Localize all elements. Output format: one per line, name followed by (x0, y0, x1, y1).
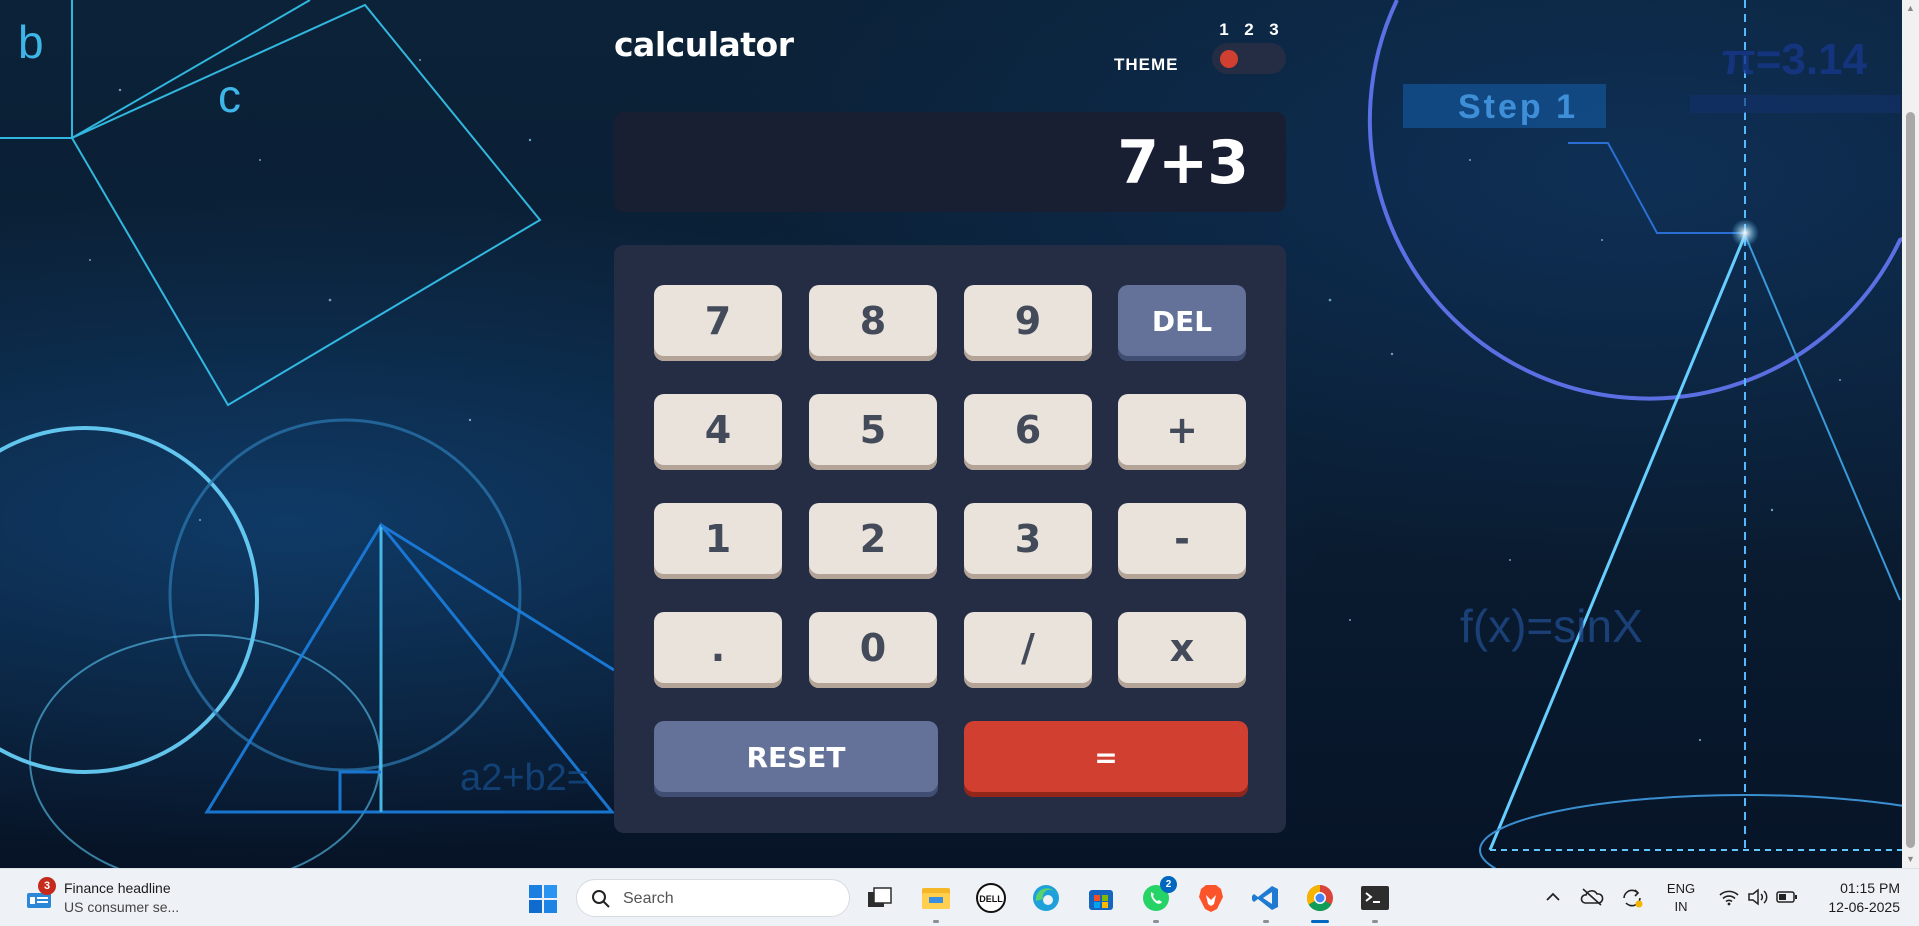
key-decimal[interactable]: . (654, 612, 782, 688)
key-multiply[interactable]: x (1118, 612, 1246, 688)
key-6[interactable]: 6 (964, 394, 1092, 470)
brave-icon (1199, 885, 1223, 912)
language-indicator[interactable]: ENG IN (1664, 880, 1698, 916)
store-icon (1089, 890, 1113, 910)
dell-button[interactable]: DELL (973, 880, 1009, 916)
region-code: IN (1674, 899, 1688, 914)
file-explorer-icon (922, 888, 950, 909)
onedrive-icon[interactable] (1580, 887, 1604, 907)
bg-text-pi: π=3.14 (1722, 35, 1868, 84)
running-indicator (933, 920, 939, 923)
sync-icon[interactable] (1620, 887, 1644, 909)
key-9[interactable]: 9 (964, 285, 1092, 361)
key-2[interactable]: 2 (809, 503, 937, 579)
theme-option-2[interactable]: 2 (1239, 20, 1259, 40)
dell-icon: DELL (976, 883, 1006, 913)
whatsapp-badge: 2 (1160, 876, 1177, 893)
search-icon (592, 890, 610, 908)
vscode-button[interactable] (1248, 880, 1284, 923)
news-title: Finance headline (64, 880, 171, 896)
clock-date: 12-06-2025 (1828, 899, 1900, 915)
whatsapp-button[interactable]: 2 (1138, 876, 1177, 923)
theme-option-labels: 1 2 3 (1214, 20, 1284, 40)
vscode-icon (1252, 886, 1278, 910)
theme-toggle-knob[interactable] (1220, 50, 1238, 68)
scroll-down-arrow-icon[interactable]: ▼ (1902, 851, 1919, 868)
theme-toggle[interactable] (1212, 43, 1286, 74)
start-icon[interactable] (528, 884, 558, 914)
battery-icon[interactable] (1776, 890, 1798, 904)
edge-button[interactable] (1028, 880, 1064, 916)
calculator-header: calculator THEME 1 2 3 (614, 20, 1286, 80)
running-indicator (1372, 920, 1378, 923)
calculator-keypad: 7 8 9 DEL 4 5 6 + 1 2 3 - . 0 / x RESET … (614, 245, 1286, 833)
display-value: 7+3 (1117, 128, 1249, 198)
chrome-button[interactable] (1302, 880, 1338, 923)
bg-text-c: c (218, 70, 241, 122)
news-badge: 3 (38, 877, 56, 895)
task-view-icon (868, 887, 892, 907)
calculator-display: 7+3 (614, 112, 1286, 212)
taskbar-search[interactable]: Search (576, 879, 850, 917)
brave-button[interactable] (1193, 880, 1229, 916)
clock-time: 01:15 PM (1840, 880, 1900, 896)
equals-button[interactable]: = (964, 721, 1248, 797)
taskbar: 3 Finance headline US consumer se... Sea… (0, 868, 1919, 926)
bg-text-step: Step 1 (1458, 88, 1578, 126)
news-widget[interactable]: 3 Finance headline US consumer se... (22, 877, 202, 919)
key-3[interactable]: 3 (964, 503, 1092, 579)
theme-label: THEME (1114, 55, 1179, 74)
theme-option-1[interactable]: 1 (1214, 20, 1234, 40)
svg-text:DELL: DELL (979, 894, 1003, 904)
theme-option-3[interactable]: 3 (1264, 20, 1284, 40)
edge-icon (1033, 885, 1059, 911)
bg-text-fx: f(x)=sinX (1460, 600, 1643, 652)
chevron-up-icon[interactable] (1544, 890, 1562, 904)
running-indicator (1153, 920, 1159, 923)
terminal-button[interactable] (1357, 880, 1393, 923)
reset-button[interactable]: RESET (654, 721, 938, 797)
wifi-icon[interactable] (1718, 888, 1740, 906)
volume-icon[interactable] (1747, 888, 1769, 906)
clock[interactable]: 01:15 PM 12-06-2025 (1810, 879, 1900, 917)
key-8[interactable]: 8 (809, 285, 937, 361)
search-placeholder: Search (623, 890, 674, 907)
key-5[interactable]: 5 (809, 394, 937, 470)
page-scrollbar[interactable]: ▲ ▼ (1902, 0, 1919, 868)
key-divide[interactable]: / (964, 612, 1092, 688)
key-minus[interactable]: - (1118, 503, 1246, 579)
scroll-up-arrow-icon[interactable]: ▲ (1902, 0, 1919, 17)
bg-text-pythag: a2+b2= (460, 757, 589, 799)
key-7[interactable]: 7 (654, 285, 782, 361)
terminal-icon (1361, 886, 1389, 910)
running-indicator (1263, 920, 1269, 923)
file-explorer-button[interactable] (918, 880, 954, 923)
language-code: ENG (1666, 881, 1696, 896)
task-view-button[interactable] (862, 880, 898, 916)
calculator-title: calculator (614, 25, 794, 64)
active-indicator (1311, 920, 1329, 923)
chrome-icon (1306, 884, 1333, 912)
scroll-thumb[interactable] (1906, 112, 1915, 848)
key-plus[interactable]: + (1118, 394, 1246, 470)
key-4[interactable]: 4 (654, 394, 782, 470)
delete-button[interactable]: DEL (1118, 285, 1246, 361)
store-button[interactable] (1083, 880, 1119, 916)
key-0[interactable]: 0 (809, 612, 937, 688)
news-subtitle: US consumer se... (64, 899, 180, 915)
bg-text-b: b (18, 16, 44, 68)
key-1[interactable]: 1 (654, 503, 782, 579)
